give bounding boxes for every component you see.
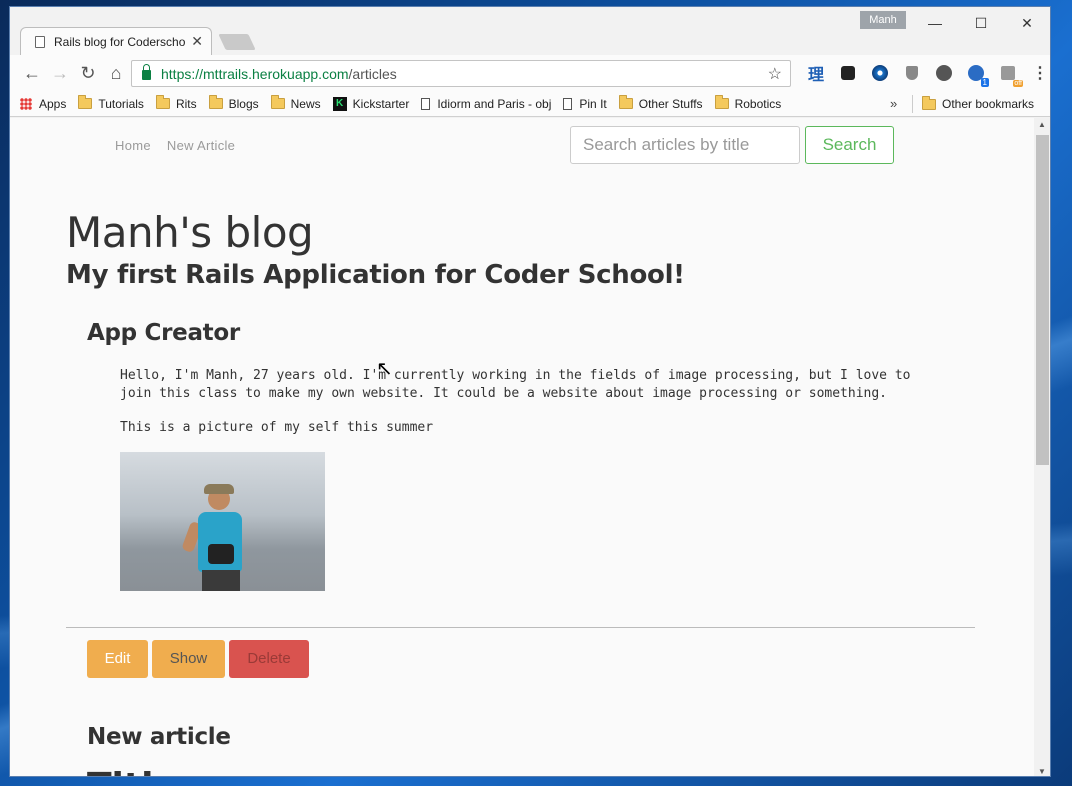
site-nav: Home New Article	[115, 138, 235, 153]
forward-arrow-icon[interactable]: →	[46, 59, 74, 87]
blackberry-extension-icon[interactable]	[832, 60, 864, 86]
lens-extension-icon[interactable]	[864, 60, 896, 86]
delete-button[interactable]: Delete	[229, 640, 309, 678]
folder-icon	[270, 95, 285, 109]
scroll-up-arrow-icon[interactable]: ▲	[1038, 120, 1046, 129]
folder-icon	[78, 95, 93, 109]
bookmark-other-stuffs[interactable]: Other Stuffs	[618, 95, 703, 111]
bookmark-blogs[interactable]: Blogs	[208, 95, 259, 111]
page-icon	[421, 97, 431, 110]
folder-icon	[208, 95, 223, 109]
show-button[interactable]: Show	[152, 640, 225, 678]
close-tab-icon[interactable]: ✕	[191, 33, 203, 50]
form-title-label: Title	[87, 766, 178, 776]
close-window-icon[interactable]: ✕	[1004, 7, 1050, 39]
new-tab-button[interactable]	[218, 34, 256, 50]
bookmark-apps[interactable]: Apps	[20, 97, 66, 111]
lock-icon	[142, 64, 151, 80]
person-figure	[181, 482, 260, 591]
photo-caption: This is a picture of my self this summer	[120, 420, 434, 435]
browser-tab[interactable]: Rails blog for Coderscho ✕	[20, 27, 212, 55]
url-host: https://mttrails.herokuapp.com	[161, 65, 349, 82]
page-scrollbar[interactable]: ▲ ▼	[1034, 118, 1050, 776]
content-divider	[66, 627, 975, 628]
bookmark-robotics[interactable]: Robotics	[714, 95, 781, 111]
page-icon	[35, 35, 45, 48]
kickstarter-icon: K	[332, 96, 347, 111]
extension-icons: 理 ⋮	[800, 60, 1050, 87]
other-bookmarks[interactable]: Other bookmarks	[922, 91, 1034, 117]
maximize-icon[interactable]: ☐	[958, 7, 1004, 39]
bookmark-pin-it[interactable]: Pin It	[563, 97, 607, 111]
scroll-thumb[interactable]	[1036, 135, 1049, 465]
reload-icon[interactable]: ↻	[74, 59, 102, 87]
page-subtitle: My first Rails Application for Coder Sch…	[66, 260, 685, 290]
scroll-down-arrow-icon[interactable]: ▼	[1038, 767, 1046, 776]
new-article-heading: New article	[87, 724, 231, 750]
folder-icon	[714, 95, 729, 109]
browser-toolbar: ← → ↻ ⌂ https://mttrails.herokuapp.com/a…	[10, 55, 1050, 91]
apps-grid-icon	[20, 97, 32, 110]
search-input[interactable]: Search articles by title	[570, 126, 800, 164]
globe-extension-icon[interactable]	[960, 60, 992, 87]
url-path: /articles	[348, 65, 397, 82]
window-controls: — ☐ ✕	[912, 7, 1050, 39]
mouse-cursor-icon: ↖	[376, 356, 393, 380]
home-icon[interactable]: ⌂	[102, 59, 130, 87]
shield-extension-icon[interactable]	[896, 60, 928, 86]
nav-home-link[interactable]: Home	[115, 138, 151, 153]
folder-icon	[618, 95, 633, 109]
search-button[interactable]: Search	[805, 126, 894, 164]
nav-new-article-link[interactable]: New Article	[167, 138, 235, 153]
bookmark-kickstarter[interactable]: K Kickstarter	[332, 96, 409, 111]
page-viewport: Home New Article Search articles by titl…	[10, 118, 1034, 776]
bookmarks-bar: Apps Tutorials Rits Blogs News K Kickstar…	[10, 91, 1050, 117]
kebab-menu-icon[interactable]: ⋮	[1024, 60, 1050, 86]
rikaikun-extension-icon[interactable]: 理	[800, 60, 832, 86]
bookmark-news[interactable]: News	[270, 95, 321, 111]
more-bookmarks-chevron-icon[interactable]: »	[890, 96, 897, 111]
folder-icon	[155, 95, 170, 109]
tab-title: Rails blog for Coderscho	[54, 34, 186, 49]
browser-window: Rails blog for Coderscho ✕ Manh — ☐ ✕ ← …	[9, 6, 1051, 777]
bookmark-idiorm[interactable]: Idiorm and Paris - obj	[421, 97, 551, 111]
section-title: App Creator	[87, 320, 240, 346]
page-icon	[563, 97, 573, 110]
bookmarks-separator	[912, 95, 913, 113]
bookmark-star-icon[interactable]: ☆	[768, 64, 782, 84]
address-bar[interactable]: https://mttrails.herokuapp.com/articles …	[131, 60, 791, 87]
profile-photo	[120, 452, 325, 591]
page-title: Manh's blog	[66, 208, 314, 257]
intro-paragraph: Hello, I'm Manh, 27 years old. I'm curre…	[120, 368, 911, 401]
edit-button[interactable]: Edit	[87, 640, 148, 678]
tab-strip: Rails blog for Coderscho ✕ Manh — ☐ ✕	[10, 7, 1050, 55]
puzzle-extension-icon[interactable]	[992, 60, 1024, 87]
bookmark-rits[interactable]: Rits	[155, 95, 197, 111]
minimize-icon[interactable]: —	[912, 7, 958, 39]
back-arrow-icon[interactable]: ←	[18, 59, 46, 87]
folder-icon	[922, 95, 936, 110]
circle-extension-icon[interactable]	[928, 60, 960, 86]
bookmark-tutorials[interactable]: Tutorials	[78, 95, 144, 111]
profile-badge[interactable]: Manh	[860, 11, 906, 29]
